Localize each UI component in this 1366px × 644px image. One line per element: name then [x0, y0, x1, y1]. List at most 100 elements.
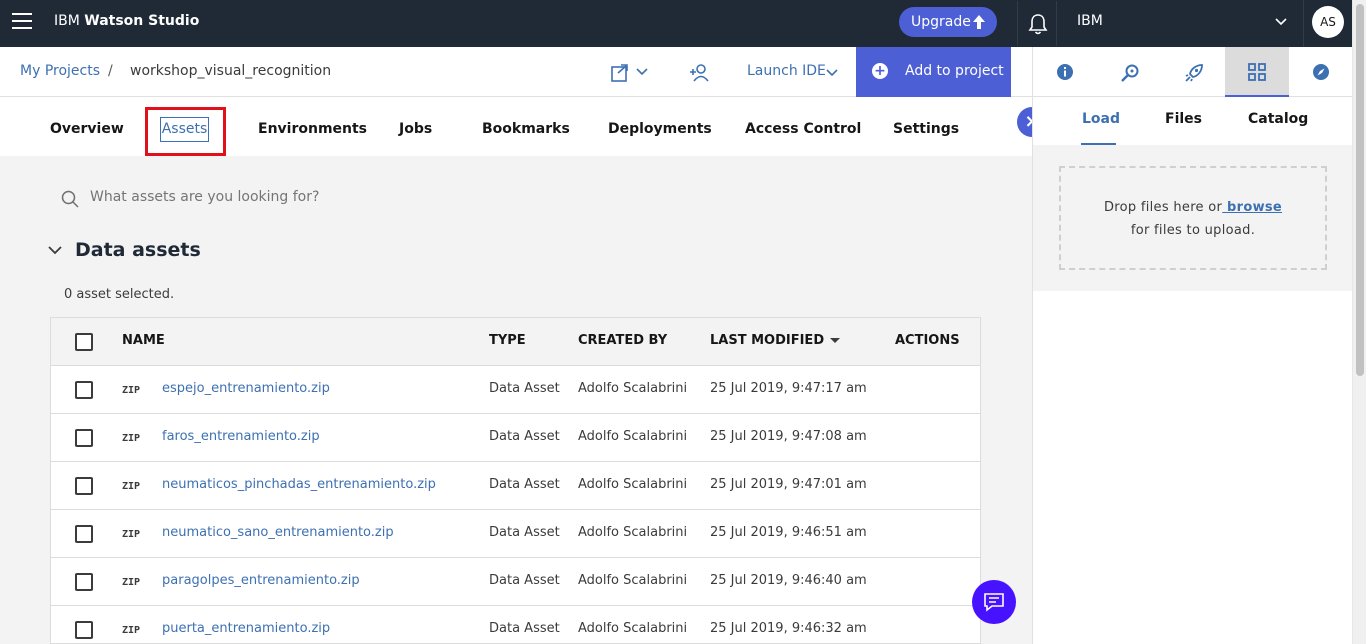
- panel-tab-load[interactable]: Load: [1082, 111, 1120, 127]
- chat-icon: [984, 593, 1004, 612]
- tab-bookmarks[interactable]: Bookmarks: [482, 121, 570, 137]
- chevron-down-icon[interactable]: [825, 67, 839, 79]
- file-drop-area: Drop files here or browse for files to u…: [1033, 145, 1353, 291]
- app-brand[interactable]: IBM Watson Studio: [54, 13, 199, 29]
- column-header-actions: ACTIONS: [895, 333, 960, 348]
- chat-support-button[interactable]: [972, 580, 1016, 624]
- row-checkbox[interactable]: [75, 621, 93, 639]
- compass-icon: [1313, 64, 1329, 80]
- add-collaborator-button[interactable]: [688, 63, 710, 83]
- browse-link[interactable]: browse: [1222, 200, 1282, 215]
- breadcrumb-my-projects[interactable]: My Projects: [20, 63, 100, 79]
- asset-search-input[interactable]: [90, 189, 690, 205]
- asset-modified: 25 Jul 2019, 9:46:32 am: [710, 621, 867, 636]
- asset-type: Data Asset: [489, 621, 560, 636]
- selection-count: 0 asset selected.: [64, 287, 175, 302]
- column-header-created-by[interactable]: CREATED BY: [578, 333, 667, 348]
- row-checkbox[interactable]: [75, 525, 93, 543]
- column-header-type[interactable]: TYPE: [489, 333, 526, 348]
- table-row[interactable]: ZIP neumaticos_pinchadas_entrenamiento.z…: [51, 462, 980, 510]
- asset-name-link[interactable]: neumaticos_pinchadas_entrenamiento.zip: [162, 477, 436, 492]
- asset-name-link[interactable]: espejo_entrenamiento.zip: [162, 381, 330, 396]
- explore-button[interactable]: [1289, 47, 1353, 97]
- asset-modified: 25 Jul 2019, 9:47:17 am: [710, 381, 867, 396]
- asset-modified: 25 Jul 2019, 9:46:51 am: [710, 525, 867, 540]
- collapse-chevron-icon[interactable]: [48, 244, 62, 256]
- tab-assets[interactable]: Assets: [160, 117, 209, 142]
- add-circle-icon: +: [872, 63, 888, 79]
- side-panel-rail: [1032, 47, 1352, 97]
- upgrade-button[interactable]: Upgrade: [899, 7, 997, 37]
- zip-file-icon: ZIP: [122, 529, 141, 540]
- drop-text-2: for files to upload.: [1130, 223, 1256, 238]
- deploy-button[interactable]: [1161, 47, 1225, 97]
- row-checkbox[interactable]: [75, 429, 93, 447]
- chevron-down-icon[interactable]: [1274, 15, 1288, 29]
- info-icon: [1057, 64, 1073, 80]
- row-checkbox[interactable]: [75, 381, 93, 399]
- asset-type: Data Asset: [489, 573, 560, 588]
- file-drop-zone[interactable]: Drop files here or browse for files to u…: [1059, 166, 1327, 270]
- tab-overview[interactable]: Overview: [50, 121, 124, 137]
- asset-name-link[interactable]: faros_entrenamiento.zip: [162, 429, 320, 444]
- table-row[interactable]: ZIP neumatico_sano_entrenamiento.zip Dat…: [51, 510, 980, 558]
- asset-name-link[interactable]: puerta_entrenamiento.zip: [162, 621, 330, 636]
- sort-descending-icon: [830, 338, 841, 343]
- tab-environments[interactable]: Environments: [258, 121, 367, 137]
- page-scrollbar[interactable]: [1352, 0, 1366, 644]
- find-data-button[interactable]: [1097, 47, 1161, 97]
- zip-file-icon: ZIP: [122, 481, 141, 492]
- data-panel-button[interactable]: [1225, 47, 1289, 97]
- zip-file-icon: ZIP: [122, 625, 141, 636]
- table-row[interactable]: ZIP paragolpes_entrenamiento.zip Data As…: [51, 558, 980, 606]
- column-header-name[interactable]: NAME: [122, 333, 165, 348]
- scrollbar-thumb[interactable]: [1356, 4, 1364, 376]
- add-to-project-label: Add to project: [905, 63, 1004, 79]
- share-icon: [611, 64, 648, 82]
- avatar[interactable]: AS: [1312, 6, 1344, 38]
- asset-type: Data Asset: [489, 525, 560, 540]
- row-checkbox[interactable]: [75, 477, 93, 495]
- data-side-panel: Load Files Catalog Drop files here or br…: [1032, 97, 1353, 644]
- share-button[interactable]: [610, 63, 654, 83]
- asset-name-link[interactable]: paragolpes_entrenamiento.zip: [162, 573, 360, 588]
- drop-text: Drop files here or: [1103, 200, 1223, 215]
- account-switcher[interactable]: IBM: [1077, 13, 1103, 29]
- asset-modified: 25 Jul 2019, 9:47:08 am: [710, 429, 867, 444]
- asset-creator: Adolfo Scalabrini: [578, 573, 688, 588]
- zip-file-icon: ZIP: [122, 385, 141, 396]
- panel-tab-catalog[interactable]: Catalog: [1248, 111, 1308, 127]
- search-icon: [61, 190, 79, 208]
- table-row[interactable]: ZIP puerta_entrenamiento.zip Data Asset …: [51, 606, 980, 643]
- upgrade-label: Upgrade: [911, 14, 971, 30]
- table-header: NAME TYPE CREATED BY LAST MODIFIED ACTIO…: [51, 318, 980, 366]
- breadcrumb-separator: /: [108, 63, 113, 79]
- asset-type: Data Asset: [489, 381, 560, 396]
- add-to-project-button[interactable]: + Add to project: [856, 47, 1011, 97]
- hamburger-menu-icon[interactable]: [12, 13, 32, 31]
- rocket-icon: [1185, 64, 1203, 82]
- select-all-checkbox[interactable]: [75, 333, 93, 351]
- zip-file-icon: ZIP: [122, 433, 141, 444]
- launch-ide-button[interactable]: Launch IDE: [747, 63, 826, 79]
- data-grid-icon: [1248, 63, 1266, 81]
- table-row[interactable]: ZIP espejo_entrenamiento.zip Data Asset …: [51, 366, 980, 414]
- tab-jobs[interactable]: Jobs: [399, 121, 432, 137]
- tab-deployments[interactable]: Deployments: [608, 121, 712, 137]
- notifications-button[interactable]: [1017, 1, 1057, 46]
- data-assets-heading: Data assets: [75, 239, 201, 261]
- asset-modified: 25 Jul 2019, 9:47:01 am: [710, 477, 867, 492]
- panel-tab-files[interactable]: Files: [1165, 111, 1202, 127]
- asset-name-link[interactable]: neumatico_sano_entrenamiento.zip: [162, 525, 394, 540]
- data-assets-table: NAME TYPE CREATED BY LAST MODIFIED ACTIO…: [50, 317, 981, 644]
- brand-name: Watson Studio: [84, 13, 200, 29]
- tab-settings[interactable]: Settings: [893, 121, 959, 137]
- avatar-container: AS: [1303, 0, 1352, 47]
- brand-prefix: IBM: [54, 13, 85, 29]
- table-row[interactable]: ZIP faros_entrenamiento.zip Data Asset A…: [51, 414, 980, 462]
- asset-creator: Adolfo Scalabrini: [578, 429, 688, 444]
- column-header-last-modified[interactable]: LAST MODIFIED: [710, 333, 841, 348]
- tab-access-control[interactable]: Access Control: [745, 121, 861, 137]
- info-button[interactable]: [1033, 47, 1097, 97]
- row-checkbox[interactable]: [75, 573, 93, 591]
